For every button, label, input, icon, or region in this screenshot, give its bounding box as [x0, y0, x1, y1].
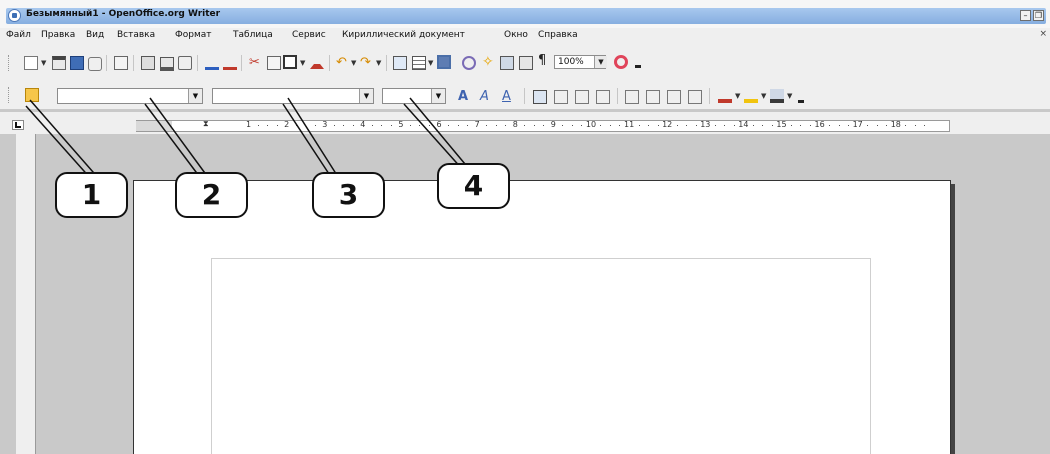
callout-line-1a	[29, 99, 101, 181]
callout-lines	[25, 97, 471, 181]
callout-line-1b	[25, 105, 93, 181]
callout-line-3a	[287, 97, 341, 181]
callout-line-2a	[149, 97, 211, 181]
callout-line-2b	[144, 103, 203, 181]
callout-1: 1	[55, 172, 128, 218]
callout-2: 2	[175, 172, 248, 218]
callout-4: 4	[437, 163, 510, 209]
callout-line-4a	[409, 97, 471, 171]
writer-window: Безымянный1 - OpenOffice.org Writer – ❐ …	[0, 0, 1050, 454]
callout-3: 3	[312, 172, 385, 218]
callout-line-4b	[403, 103, 464, 171]
callout-line-3b	[282, 103, 334, 181]
